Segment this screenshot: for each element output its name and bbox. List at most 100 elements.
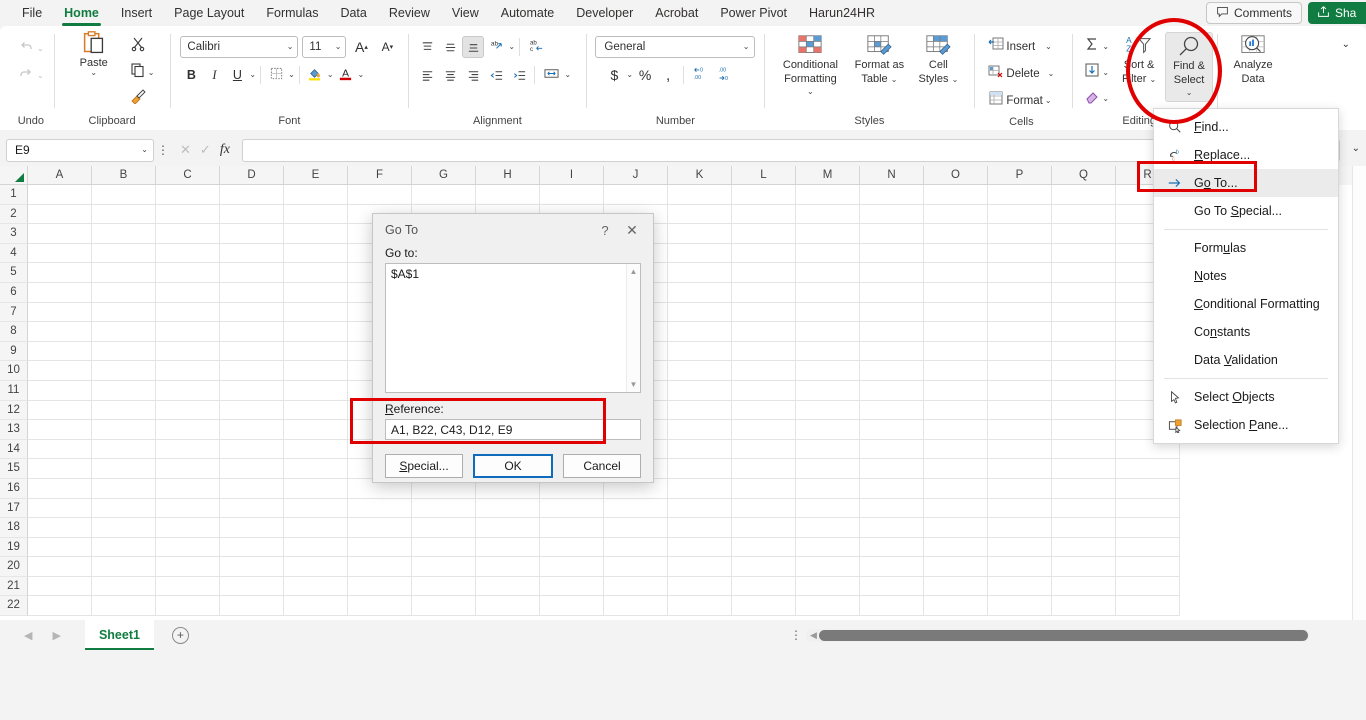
cell-O15[interactable]	[924, 459, 988, 479]
cell-P8[interactable]	[988, 322, 1052, 342]
cell-P21[interactable]	[988, 576, 1052, 597]
formula-bar-expand-chevron-icon[interactable]: ⌄	[1352, 143, 1360, 154]
cell-B9[interactable]	[92, 341, 156, 362]
cell-L2[interactable]	[732, 204, 796, 225]
ribbon-tab-harun24hr[interactable]: Harun24HR	[799, 3, 885, 24]
cell-C20[interactable]	[156, 557, 220, 577]
cell-N4[interactable]	[860, 243, 924, 264]
cell-E15[interactable]	[284, 459, 348, 479]
scroll-left-icon[interactable]: ◀	[806, 630, 819, 641]
row-header-8[interactable]: 8	[0, 322, 28, 342]
find-and-select-button[interactable]: Find & Select ⌄	[1165, 32, 1214, 102]
format-as-table-button[interactable]: Format as Table ⌄	[848, 32, 910, 88]
cell-C8[interactable]	[156, 322, 220, 342]
list-scrollbar[interactable]: ▲ ▼	[626, 264, 640, 392]
row-header-2[interactable]: 2	[0, 204, 28, 225]
wrap-text-button[interactable]: ab c	[524, 36, 550, 58]
row-header-17[interactable]: 17	[0, 498, 28, 519]
cell-B21[interactable]	[92, 576, 156, 597]
cell-D14[interactable]	[220, 439, 284, 460]
cell-E16[interactable]	[284, 478, 348, 499]
row-header-14[interactable]: 14	[0, 439, 28, 460]
align-middle-button[interactable]	[439, 36, 461, 58]
bold-button[interactable]: B	[180, 64, 202, 86]
cell-L18[interactable]	[732, 518, 796, 538]
cell-L17[interactable]	[732, 498, 796, 519]
cell-N12[interactable]	[860, 400, 924, 421]
cell-L12[interactable]	[732, 400, 796, 421]
cell-E1[interactable]	[284, 185, 348, 205]
ribbon-tab-acrobat[interactable]: Acrobat	[645, 3, 708, 24]
menu-item-constants[interactable]: Constants	[1154, 318, 1338, 346]
cell-P20[interactable]	[988, 557, 1052, 577]
decrease-decimal-button[interactable]: .00 0	[713, 64, 737, 86]
cell-A12[interactable]	[28, 400, 92, 421]
cell-D10[interactable]	[220, 361, 284, 381]
cell-F19[interactable]	[348, 537, 412, 558]
font-color-button[interactable]: A	[335, 64, 357, 86]
cell-C11[interactable]	[156, 380, 220, 401]
cell-Q16[interactable]	[1052, 478, 1116, 499]
name-box-chevron-down-icon[interactable]: ⌄	[141, 146, 148, 154]
cell-B8[interactable]	[92, 322, 156, 342]
cell-C18[interactable]	[156, 518, 220, 538]
cell-O21[interactable]	[924, 576, 988, 597]
cell-E19[interactable]	[284, 537, 348, 558]
cell-M19[interactable]	[796, 537, 860, 558]
comma-format-button[interactable]: ,	[657, 64, 679, 86]
cell-P14[interactable]	[988, 439, 1052, 460]
cell-C16[interactable]	[156, 478, 220, 499]
cell-M1[interactable]	[796, 185, 860, 205]
column-header-P[interactable]: P	[988, 166, 1052, 185]
cell-N6[interactable]	[860, 282, 924, 303]
cell-O13[interactable]	[924, 420, 988, 440]
row-header-19[interactable]: 19	[0, 537, 28, 558]
cell-Q15[interactable]	[1052, 459, 1116, 479]
cell-A20[interactable]	[28, 557, 92, 577]
orientation-dropdown-chevron[interactable]: ⌄	[508, 43, 515, 51]
undo-button[interactable]: ⌄	[14, 36, 48, 61]
cell-F20[interactable]	[348, 557, 412, 577]
cell-P12[interactable]	[988, 400, 1052, 421]
cell-C4[interactable]	[156, 243, 220, 264]
cell-D5[interactable]	[220, 263, 284, 283]
row-header-6[interactable]: 6	[0, 282, 28, 303]
ribbon-tab-power-pivot[interactable]: Power Pivot	[710, 3, 797, 24]
clear-button[interactable]: ⌄	[1080, 86, 1113, 111]
cell-Q5[interactable]	[1052, 263, 1116, 283]
cell-B22[interactable]	[92, 596, 156, 617]
fill-button[interactable]: ⌄	[1080, 60, 1113, 85]
cell-C7[interactable]	[156, 302, 220, 323]
cell-P22[interactable]	[988, 596, 1052, 617]
cell-O16[interactable]	[924, 478, 988, 499]
cell-O22[interactable]	[924, 596, 988, 617]
cell-R20[interactable]	[1116, 557, 1180, 577]
cell-O12[interactable]	[924, 400, 988, 421]
cell-E14[interactable]	[284, 439, 348, 460]
cell-Q14[interactable]	[1052, 439, 1116, 460]
ribbon-collapse-chevron-icon[interactable]: ⌄	[1342, 39, 1350, 50]
cell-B16[interactable]	[92, 478, 156, 499]
decrease-font-size-button[interactable]: A ▾	[376, 36, 398, 58]
cell-L11[interactable]	[732, 380, 796, 401]
cell-B7[interactable]	[92, 302, 156, 323]
cell-Q6[interactable]	[1052, 282, 1116, 303]
number-format-combo[interactable]: General ⌄	[595, 36, 756, 58]
merge-and-center-button[interactable]	[539, 64, 563, 86]
cell-Q1[interactable]	[1052, 185, 1116, 205]
cell-D20[interactable]	[220, 557, 284, 577]
cell-M8[interactable]	[796, 322, 860, 342]
row-header-3[interactable]: 3	[0, 224, 28, 244]
cancel-x-icon[interactable]: ✕	[180, 142, 191, 158]
number-format-chevron-down-icon[interactable]: ⌄	[743, 43, 750, 51]
cell-O14[interactable]	[924, 439, 988, 460]
cell-K16[interactable]	[668, 478, 732, 499]
cell-Q17[interactable]	[1052, 498, 1116, 519]
cell-E12[interactable]	[284, 400, 348, 421]
cell-M4[interactable]	[796, 243, 860, 264]
cell-B19[interactable]	[92, 537, 156, 558]
cell-Q21[interactable]	[1052, 576, 1116, 597]
cell-D3[interactable]	[220, 224, 284, 244]
add-sheet-button[interactable]: +	[171, 626, 189, 644]
cell-A6[interactable]	[28, 282, 92, 303]
